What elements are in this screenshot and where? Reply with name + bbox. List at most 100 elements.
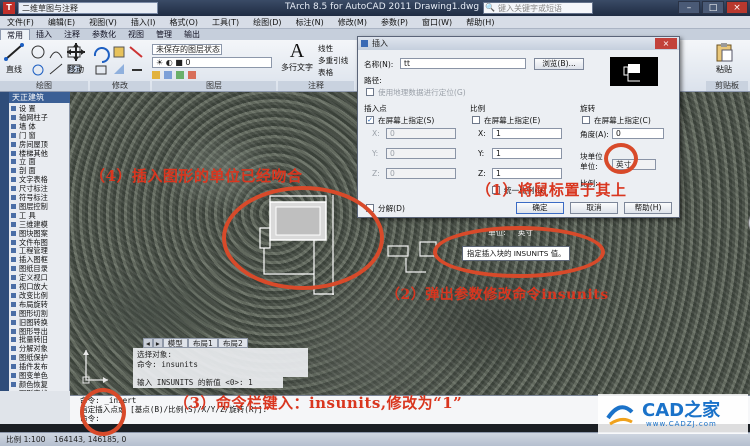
menu-tools[interactable]: 工具(T): [205, 16, 246, 29]
name-label: 名称(N):: [364, 60, 394, 69]
palette-item[interactable]: 定义视口: [11, 274, 69, 282]
palette-item[interactable]: 改变比例: [11, 291, 69, 300]
palette-item[interactable]: 门 窗: [11, 131, 69, 140]
paste-button[interactable]: 粘贴: [710, 42, 738, 75]
group-modify[interactable]: 修改: [90, 81, 150, 91]
block-name-select[interactable]: tt: [400, 58, 526, 69]
status-scale[interactable]: 比例 1:100: [6, 435, 46, 444]
insertion-onscreen-checkbox[interactable]: ✓: [366, 116, 374, 124]
palette-item[interactable]: 尺寸标注: [11, 185, 69, 193]
group-annotate[interactable]: 注释: [278, 81, 354, 91]
tab-annotate[interactable]: 注释: [58, 29, 86, 40]
scale-onscreen-label: 在屏幕上指定(E): [484, 116, 541, 125]
tab-model[interactable]: 模型: [162, 338, 188, 348]
menu-edit[interactable]: 编辑(E): [41, 16, 82, 29]
menu-draw[interactable]: 绘图(D): [246, 16, 288, 29]
close-button[interactable]: ×: [726, 1, 748, 14]
status-bar: 比例 1:100 164143, 146185, 0: [0, 432, 750, 446]
palette-item[interactable]: 楼梯其他: [11, 149, 69, 158]
mtext-button[interactable]: A 多行文字: [280, 40, 314, 73]
help-button[interactable]: 帮助(H): [624, 202, 672, 214]
palette-item[interactable]: 图层控制: [11, 202, 69, 211]
group-clipboard[interactable]: 剪贴板: [706, 81, 748, 91]
dialog-title[interactable]: 插入: [358, 37, 679, 50]
menu-view[interactable]: 视图(V): [82, 16, 124, 29]
ip-z-input[interactable]: 0: [386, 168, 456, 179]
palette-item[interactable]: 工 具: [11, 211, 69, 220]
layer-state-select[interactable]: 未保存的图层状态: [152, 44, 222, 55]
palette-item[interactable]: 插件发布: [11, 363, 69, 371]
minimize-button[interactable]: –: [678, 1, 700, 14]
palette-item[interactable]: 墙 体: [11, 122, 69, 131]
palette-item[interactable]: 分解对象: [11, 345, 69, 353]
rotation-onscreen-checkbox[interactable]: [582, 116, 590, 124]
menu-dimension[interactable]: 标注(N): [289, 16, 331, 29]
workspace-selector[interactable]: 二维草图与注释: [18, 2, 158, 14]
menu-insert[interactable]: 插入(I): [124, 16, 163, 29]
palette-item[interactable]: 三维建模: [11, 220, 69, 229]
table-item[interactable]: 表格: [318, 67, 333, 78]
palette-item[interactable]: 立 面: [11, 158, 69, 166]
linear-dimension-item[interactable]: 线性: [318, 43, 333, 54]
move-button[interactable]: 移动: [64, 42, 88, 75]
palette-title[interactable]: 天正建筑: [9, 92, 70, 103]
palette-item[interactable]: 布局旋转: [11, 300, 69, 309]
palette-item[interactable]: 轴网柱子: [11, 113, 69, 122]
ip-x-input[interactable]: 0: [386, 128, 456, 139]
palette-item[interactable]: 视口放大: [11, 283, 69, 291]
tab-layout2[interactable]: 布局2: [217, 338, 248, 348]
palette-item[interactable]: 插入图框: [11, 256, 69, 264]
menu-window[interactable]: 窗口(W): [415, 16, 459, 29]
angle-input[interactable]: 0: [612, 128, 664, 139]
group-layer[interactable]: 图层: [152, 81, 276, 91]
browse-button[interactable]: 浏览(B)...: [534, 58, 584, 70]
tab-manage[interactable]: 管理: [150, 29, 178, 40]
geo-checkbox[interactable]: [366, 88, 374, 96]
tab-view[interactable]: 视图: [122, 29, 150, 40]
tab-insert[interactable]: 插入: [30, 29, 58, 40]
dialog-close-button[interactable]: ×: [655, 38, 677, 49]
menu-modify[interactable]: 修改(M): [331, 16, 374, 29]
palette-item[interactable]: 房间屋顶: [11, 140, 69, 149]
cancel-button[interactable]: 取消: [570, 202, 618, 214]
tab-nav-first[interactable]: ◂: [143, 338, 153, 348]
scale-z-input[interactable]: 1: [492, 168, 562, 179]
multileader-item[interactable]: 多重引线: [318, 55, 348, 66]
app-icon[interactable]: T: [3, 2, 15, 14]
palette-item[interactable]: 文字表格: [11, 176, 69, 184]
scale-x-input[interactable]: 1: [492, 128, 562, 139]
tab-output[interactable]: 输出: [178, 29, 206, 40]
menu-help[interactable]: 帮助(H): [459, 16, 501, 29]
tab-nav-last[interactable]: ▸: [152, 338, 163, 348]
palette-item[interactable]: 批量转旧: [11, 336, 69, 344]
line-button[interactable]: 直线: [2, 42, 26, 75]
layer-select[interactable]: ☀ ◐ ■ 0: [152, 57, 272, 68]
palette-item[interactable]: 图块图案: [11, 229, 69, 238]
menu-file[interactable]: 文件(F): [0, 16, 41, 29]
menu-format[interactable]: 格式(O): [162, 16, 205, 29]
scale-onscreen-checkbox[interactable]: [472, 116, 480, 124]
palette-item[interactable]: 符号标注: [11, 194, 69, 202]
ok-button[interactable]: 确定: [516, 202, 564, 214]
command-line-handle[interactable]: [0, 391, 70, 424]
menu-parametric[interactable]: 参数(P): [374, 16, 415, 29]
palette-item[interactable]: 文件布图: [11, 238, 69, 247]
search-input[interactable]: 键入关键字或短语: [483, 2, 593, 14]
palette-item[interactable]: 设 置: [11, 105, 69, 113]
ip-y-input[interactable]: 0: [386, 148, 456, 159]
palette-item[interactable]: 图形导出: [11, 327, 69, 336]
palette-item[interactable]: 图纸目录: [11, 265, 69, 273]
tab-parametric[interactable]: 参数化: [86, 29, 122, 40]
maximize-button[interactable]: □: [702, 1, 724, 14]
tab-layout1[interactable]: 布局1: [187, 338, 218, 348]
palette-item[interactable]: 剖 面: [11, 167, 69, 175]
scale-y-input[interactable]: 1: [492, 148, 562, 159]
palette-item[interactable]: 图纸保护: [11, 354, 69, 362]
palette-item[interactable]: 图形切割: [11, 309, 69, 318]
palette-item[interactable]: 工程管理: [11, 247, 69, 255]
palette-edge[interactable]: [0, 92, 9, 424]
palette-item[interactable]: 图变单色: [11, 372, 69, 380]
palette-item[interactable]: 旧图转换: [11, 318, 69, 327]
group-draw[interactable]: 绘图: [0, 81, 88, 91]
palette-item[interactable]: 颜色恢复: [11, 380, 69, 389]
